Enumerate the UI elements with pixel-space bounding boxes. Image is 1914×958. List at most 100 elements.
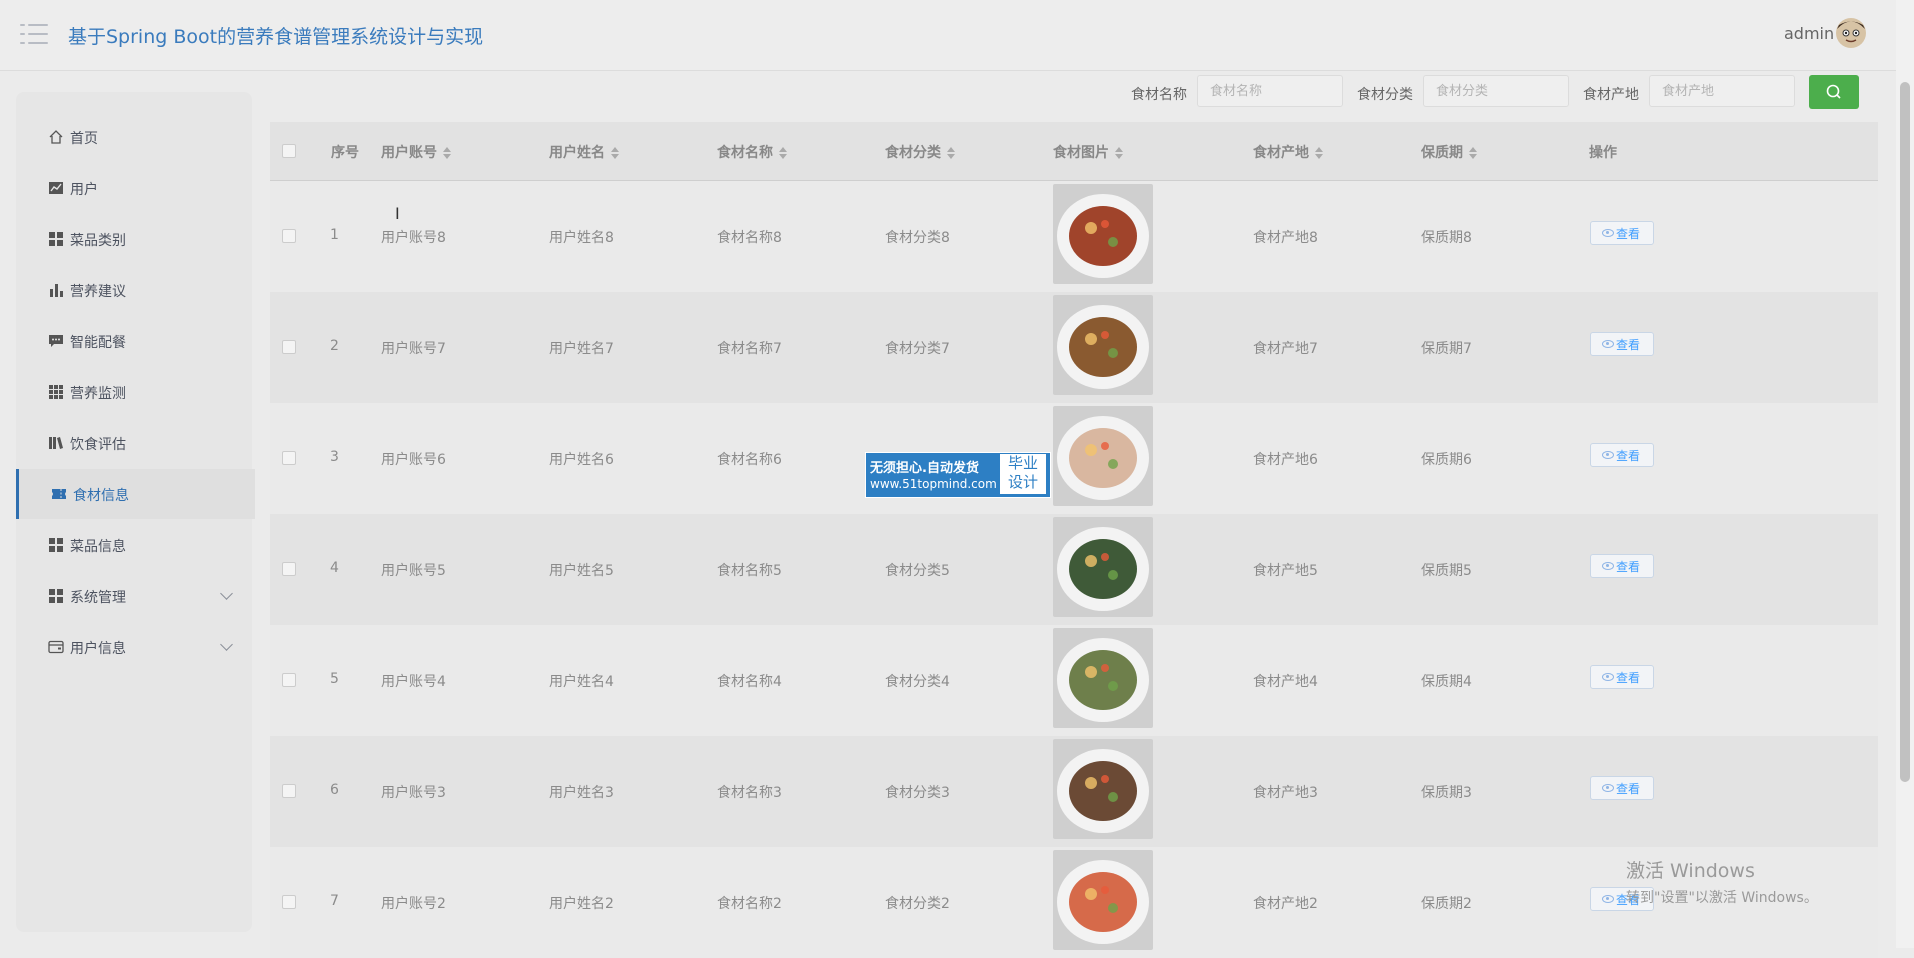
food-image[interactable] <box>1053 406 1153 506</box>
cell-food-name: 食材名称7 <box>717 341 782 357</box>
view-button-label: 查看 <box>1616 449 1641 463</box>
sidebar: 首页 用户 菜品类别 营养建议 智能配餐 营养监测 饮食评估 食材信息 菜品信息… <box>16 92 255 932</box>
cell-origin: 食材产地2 <box>1253 896 1318 912</box>
eye-icon <box>1602 895 1614 903</box>
sidebar-item-dish-category[interactable]: 菜品类别 <box>16 214 252 264</box>
search-button[interactable] <box>1809 75 1859 109</box>
cell-origin: 食材产地4 <box>1253 674 1318 690</box>
cell-shelf-life: 保质期4 <box>1421 674 1472 690</box>
cell-shelf-life: 保质期3 <box>1421 785 1472 801</box>
sidebar-item-users[interactable]: 用户 <box>16 163 252 213</box>
view-button[interactable]: 查看 <box>1590 665 1654 689</box>
sort-icon[interactable] <box>779 147 787 159</box>
cell-shelf-life: 保质期7 <box>1421 341 1472 357</box>
sidebar-item-diet-assessment[interactable]: 饮食评估 <box>16 418 252 468</box>
cell-index: 6 <box>330 782 339 798</box>
sidebar-item-ingredient-info[interactable]: 食材信息 <box>16 469 255 519</box>
food-image[interactable] <box>1053 517 1153 617</box>
column-header-category[interactable]: 食材分类 <box>885 142 955 162</box>
table-row: 2 用户账号7 用户姓名7 食材名称7 食材分类7 食材产地7 保质期7 查看 <box>270 292 1878 403</box>
cell-origin: 食材产地8 <box>1253 230 1318 246</box>
app-title: 基于Spring Boot的营养食谱管理系统设计与实现 <box>68 26 484 48</box>
sort-icon[interactable] <box>1469 147 1477 159</box>
sidebar-item-home[interactable]: 首页 <box>16 112 252 162</box>
column-header-shelf-life[interactable]: 保质期 <box>1421 142 1477 162</box>
sidebar-item-system-management[interactable]: 系统管理 <box>16 571 252 621</box>
grid-icon <box>49 232 63 246</box>
select-all-checkbox[interactable] <box>282 144 296 158</box>
sort-icon[interactable] <box>1315 147 1323 159</box>
food-image[interactable] <box>1053 628 1153 728</box>
row-checkbox[interactable] <box>282 562 296 576</box>
sidebar-item-label: 系统管理 <box>70 590 126 606</box>
food-image[interactable] <box>1053 850 1153 950</box>
cell-account: 用户账号5 <box>381 563 446 579</box>
eye-icon <box>1602 562 1614 570</box>
sort-icon[interactable] <box>611 147 619 159</box>
top-bar: 基于Spring Boot的营养食谱管理系统设计与实现 admin <box>0 0 1896 71</box>
row-checkbox[interactable] <box>282 784 296 798</box>
windows-activation-notice: 激活 Windows 转到"设置"以激活 Windows。 <box>1626 856 1818 907</box>
cell-food-name: 食材名称8 <box>717 230 782 246</box>
ingredient-origin-input[interactable] <box>1649 75 1795 107</box>
eye-icon <box>1602 340 1614 348</box>
cell-account: 用户账号3 <box>381 785 446 801</box>
view-button[interactable]: 查看 <box>1590 332 1654 356</box>
sort-icon[interactable] <box>1115 147 1123 159</box>
promo-watermark: 无须担心.自动发货 www.51topmind.com 毕业 设计 <box>865 452 1051 498</box>
row-checkbox[interactable] <box>282 340 296 354</box>
sort-icon[interactable] <box>443 147 451 159</box>
eye-icon <box>1602 784 1614 792</box>
column-header-account[interactable]: 用户账号 <box>381 142 451 162</box>
sidebar-item-label: 菜品类别 <box>70 233 126 249</box>
table-row: 4 用户账号5 用户姓名5 食材名称5 食材分类5 食材产地5 保质期5 查看 <box>270 514 1878 625</box>
cell-index: 7 <box>330 893 339 909</box>
food-image[interactable] <box>1053 295 1153 395</box>
table-row: 6 用户账号3 用户姓名3 食材名称3 食材分类3 食材产地3 保质期3 查看 <box>270 736 1878 847</box>
row-checkbox[interactable] <box>282 229 296 243</box>
user-name[interactable]: admin <box>1784 24 1834 43</box>
sort-icon[interactable] <box>947 147 955 159</box>
eye-icon <box>1602 229 1614 237</box>
ingredient-category-input[interactable] <box>1423 75 1569 107</box>
food-image[interactable] <box>1053 739 1153 839</box>
row-checkbox[interactable] <box>282 673 296 687</box>
view-button[interactable]: 查看 <box>1590 554 1654 578</box>
sidebar-item-nutrition-monitor[interactable]: 营养监测 <box>16 367 252 417</box>
column-header-origin[interactable]: 食材产地 <box>1253 142 1323 162</box>
scrollbar-thumb[interactable] <box>1900 82 1910 782</box>
ingredient-origin-label: 食材产地 <box>1583 87 1639 103</box>
ingredient-name-input[interactable] <box>1197 75 1343 107</box>
cell-index: 1 <box>330 227 339 243</box>
grid-icon <box>49 589 63 603</box>
sidebar-item-dish-info[interactable]: 菜品信息 <box>16 520 252 570</box>
cell-name: 用户姓名2 <box>549 896 614 912</box>
avatar[interactable] <box>1834 16 1868 50</box>
activation-title: 激活 Windows <box>1626 860 1755 882</box>
column-header-food-name[interactable]: 食材名称 <box>717 142 787 162</box>
column-header-image[interactable]: 食材图片 <box>1053 142 1123 162</box>
view-button[interactable]: 查看 <box>1590 443 1654 467</box>
view-button-label: 查看 <box>1616 782 1641 796</box>
view-button[interactable]: 查看 <box>1590 776 1654 800</box>
cell-index: 5 <box>330 671 339 687</box>
sidebar-item-label: 菜品信息 <box>70 539 126 555</box>
menu-toggle-icon[interactable] <box>20 22 48 46</box>
cell-shelf-life: 保质期6 <box>1421 452 1472 468</box>
cell-index: 4 <box>330 560 339 576</box>
sidebar-item-nutrition-advice[interactable]: 营养建议 <box>16 265 252 315</box>
page-scrollbar[interactable] <box>1896 0 1914 948</box>
cell-account: 用户账号7 <box>381 341 446 357</box>
ingredient-category-label: 食材分类 <box>1357 87 1413 103</box>
view-button-label: 查看 <box>1616 227 1641 241</box>
table-row: 5 用户账号4 用户姓名4 食材名称4 食材分类4 食材产地4 保质期4 查看 <box>270 625 1878 736</box>
row-checkbox[interactable] <box>282 451 296 465</box>
cell-account: 用户账号6 <box>381 452 446 468</box>
view-button[interactable]: 查看 <box>1590 221 1654 245</box>
row-checkbox[interactable] <box>282 895 296 909</box>
sidebar-item-smart-meal[interactable]: 智能配餐 <box>16 316 252 366</box>
cell-category: 食材分类2 <box>885 896 950 912</box>
sidebar-item-user-info[interactable]: 用户信息 <box>16 622 252 672</box>
food-image[interactable] <box>1053 184 1153 284</box>
column-header-name[interactable]: 用户姓名 <box>549 142 619 162</box>
